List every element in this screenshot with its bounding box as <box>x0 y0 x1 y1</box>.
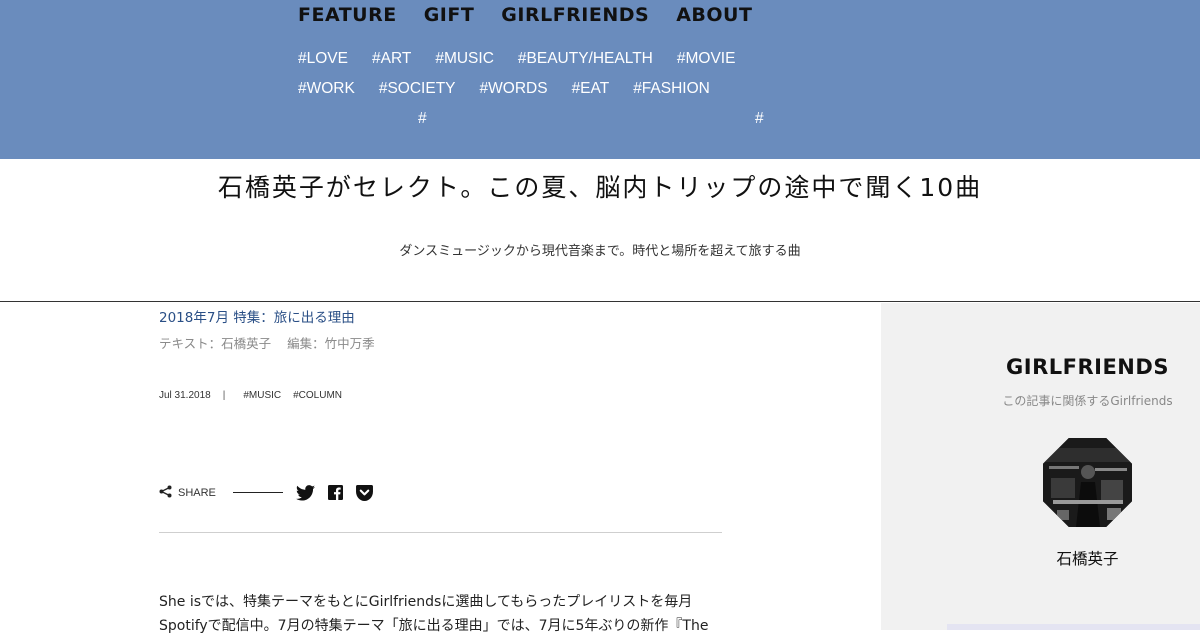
tag-art[interactable]: #ART <box>372 50 411 68</box>
twitter-icon[interactable] <box>295 484 315 501</box>
sidebar-subtitle: この記事に関係するGirlfriends <box>1002 394 1173 408</box>
tag-nav-row-2: #WORK #SOCIETY #WORDS #EAT #FASHION <box>298 80 710 98</box>
sidebar-content: GIRLFRIENDS この記事に関係するGirlfriends 石橋英子 <box>881 0 1200 630</box>
tag-society[interactable]: #SOCIETY <box>379 80 456 98</box>
article-tag-music[interactable]: #MUSIC <box>243 390 281 401</box>
body-line: Spotifyで配信中。7月の特集テーマ「旅に出る理由」では、7月に5年ぶりの新… <box>159 618 709 634</box>
article-date: Jul 31.2018 <box>159 390 211 401</box>
social-buttons <box>295 484 373 501</box>
tag-nav-row-1: #LOVE #ART #MUSIC #BEAUTY/HEALTH #MOVIE <box>298 50 735 68</box>
tag-music[interactable]: #MUSIC <box>435 50 494 68</box>
body-line: She isでは、特集テーマをもとにGirlfriendsに選曲してもらったプレ… <box>159 594 693 610</box>
tag-movie[interactable]: #MOVIE <box>677 50 736 68</box>
tag-eat[interactable]: #EAT <box>572 80 610 98</box>
facebook-icon[interactable] <box>327 485 343 500</box>
avatar[interactable] <box>1043 438 1132 527</box>
tag-work[interactable]: #WORK <box>298 80 355 98</box>
article-body: She isでは、特集テーマをもとにGirlfriendsに選曲してもらったプレ… <box>159 590 724 638</box>
pocket-icon[interactable] <box>355 484 373 501</box>
tag-unlabeled-1[interactable]: # <box>418 110 427 128</box>
share-label: SHARE <box>178 486 216 499</box>
nav-about[interactable]: ABOUT <box>676 4 752 26</box>
tag-love[interactable]: #LOVE <box>298 50 348 68</box>
share-line <box>232 492 283 493</box>
issue-link[interactable]: 2018年7月 特集：旅に出る理由 <box>159 306 355 326</box>
sidebar-next-block <box>947 624 1200 630</box>
tag-fashion[interactable]: #FASHION <box>633 80 710 98</box>
meta-separator: | <box>222 390 226 401</box>
share-icon <box>159 483 172 502</box>
tag-unlabeled-2[interactable]: # <box>755 110 764 128</box>
tag-beauty-health[interactable]: #BEAUTY/HEALTH <box>518 50 653 68</box>
tag-words[interactable]: #WORDS <box>480 80 548 98</box>
sidebar-title: GIRLFRIENDS <box>1006 355 1169 379</box>
article-tag-column[interactable]: #COLUMN <box>293 390 342 401</box>
credit-text: テキスト：石橋英子 <box>159 336 272 351</box>
credit-edit: 編集：竹中万季 <box>287 336 375 351</box>
girlfriend-name[interactable]: 石橋英子 <box>881 547 1200 569</box>
share-bar: SHARE <box>159 483 373 502</box>
article-credits: テキスト：石橋英子 編集：竹中万季 <box>159 333 375 352</box>
main-nav: FEATURE GIFT GIRLFRIENDS ABOUT <box>298 4 752 26</box>
nav-girlfriends[interactable]: GIRLFRIENDS <box>501 4 649 26</box>
nav-gift[interactable]: GIFT <box>424 4 475 26</box>
content-divider <box>159 532 722 533</box>
article-meta: Jul 31.2018 | #MUSIC #COLUMN <box>159 390 342 401</box>
nav-feature[interactable]: FEATURE <box>298 4 397 26</box>
